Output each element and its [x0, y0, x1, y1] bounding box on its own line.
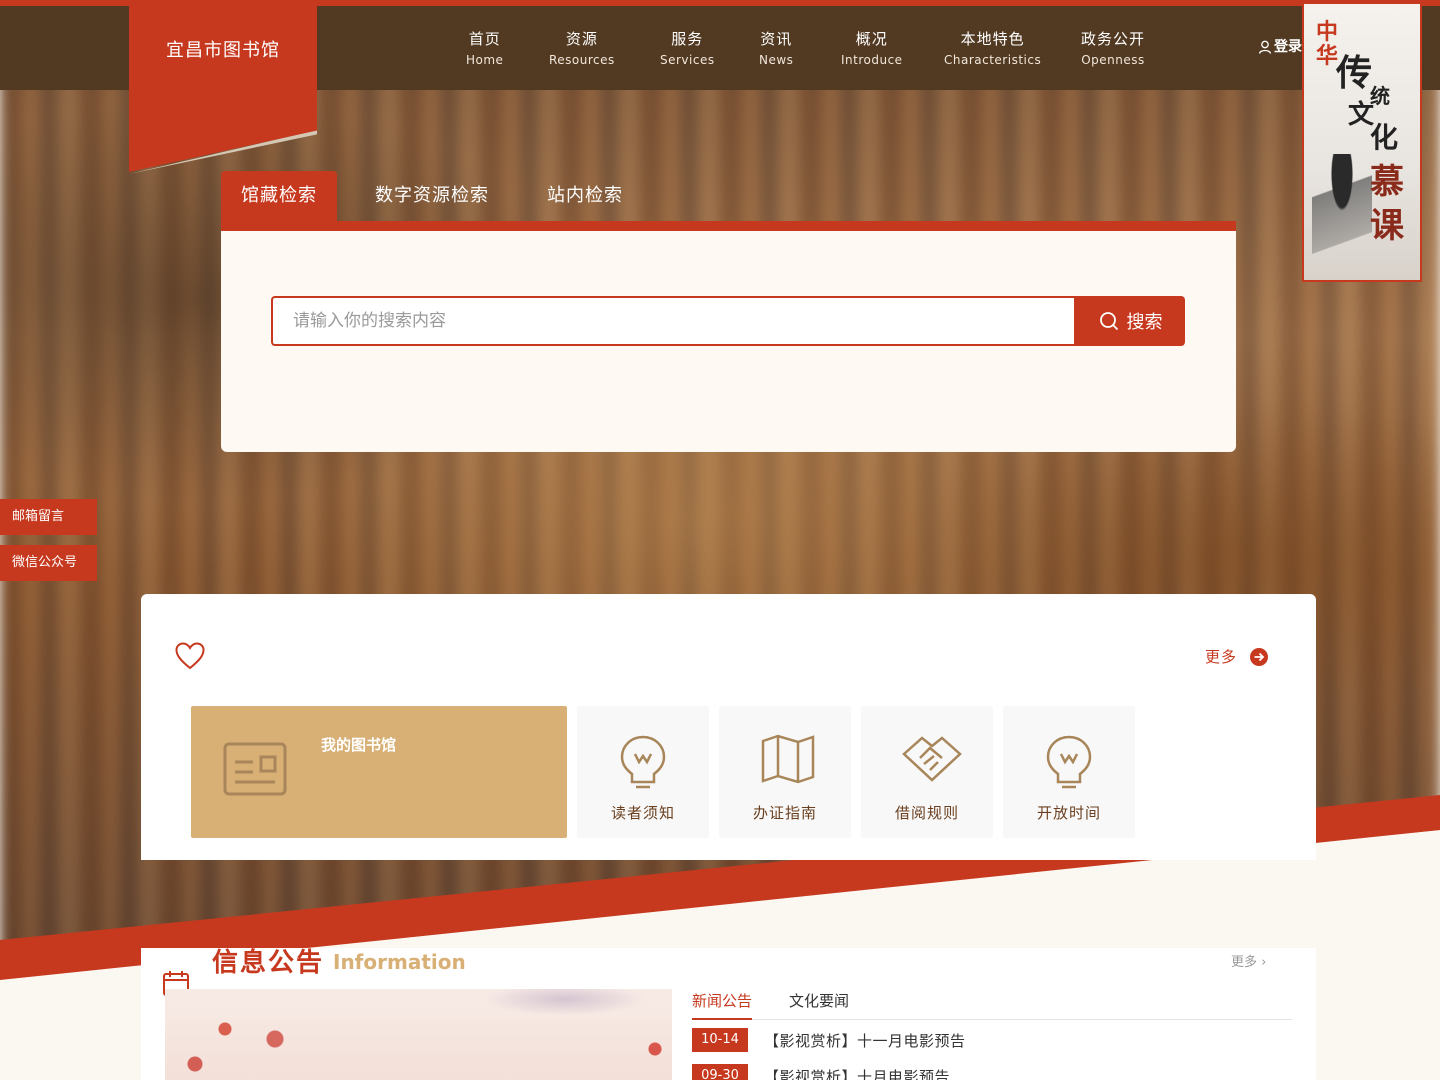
- wechat-account-button[interactable]: 微信公众号: [0, 545, 97, 581]
- nav-resources[interactable]: 资源 Resources: [549, 28, 615, 67]
- ad-char: 华: [1316, 43, 1339, 69]
- tab-site-search[interactable]: 站内检索: [527, 171, 643, 221]
- nav-label-cn: 资源: [565, 30, 598, 48]
- reader-notice-label: 读者须知: [610, 804, 675, 822]
- news-title: 【影视赏析】十月电影预告: [764, 1067, 951, 1080]
- id-card-icon: [223, 742, 287, 796]
- nav-label-en: Characteristics: [944, 53, 1042, 67]
- my-library-label: 我的图书馆: [321, 736, 397, 754]
- search-icon: [1099, 312, 1118, 331]
- nav-label-en: Services: [660, 53, 715, 67]
- news-date: 09-30: [692, 1064, 748, 1080]
- ink-figure-illustration: [1312, 154, 1372, 274]
- culture-mooc-ad[interactable]: 中 华 传 统 文 化 慕 课: [1302, 2, 1422, 282]
- more-label: 更多: [1231, 955, 1258, 970]
- search-panel: 搜索: [221, 221, 1236, 452]
- nav-services[interactable]: 服务 Services: [660, 28, 715, 67]
- tab-news-announcement[interactable]: 新闻公告: [692, 990, 753, 1020]
- ad-char: 传: [1336, 52, 1373, 94]
- more-label: 更多: [1205, 648, 1238, 666]
- opening-hours-label: 开放时间: [1036, 804, 1101, 822]
- nav-characteristics[interactable]: 本地特色 Characteristics: [944, 28, 1041, 67]
- borrowing-rules-label: 借阅规则: [894, 804, 959, 822]
- my-library-tile[interactable]: 我的图书馆: [191, 706, 567, 838]
- nav-introduce[interactable]: 概况 Introduce: [841, 28, 903, 67]
- tab-culture-news[interactable]: 文化要闻: [789, 990, 849, 1020]
- nav-news[interactable]: 资讯 News: [759, 28, 793, 67]
- card-guide-label: 办证指南: [752, 804, 817, 822]
- news-date: 10-14: [692, 1028, 748, 1052]
- mail-message-button[interactable]: 邮箱留言: [0, 499, 97, 535]
- nav-label-cn: 首页: [468, 30, 501, 48]
- tab-digital-resource-search[interactable]: 数字资源检索: [355, 171, 509, 221]
- login-label: 登录: [1274, 39, 1302, 55]
- ad-char: 课: [1370, 206, 1404, 246]
- nav-label-cn: 服务: [671, 30, 704, 48]
- login-link[interactable]: 登录: [1258, 36, 1302, 56]
- ad-char: 慕: [1370, 162, 1404, 202]
- info-title-en: Information: [333, 950, 466, 974]
- nav-openness[interactable]: 政务公开 Openness: [1081, 28, 1145, 67]
- logo-text[interactable]: 宜昌市图书馆: [129, 36, 317, 62]
- info-title: 信息公告: [212, 948, 325, 978]
- user-icon: [1258, 40, 1272, 54]
- opening-hours-tile[interactable]: 开放时间: [1003, 706, 1135, 838]
- search-button-label: 搜索: [1126, 312, 1163, 333]
- info-more-link[interactable]: 更多 ›: [1231, 951, 1266, 970]
- search-input[interactable]: [271, 296, 1076, 346]
- nav-label-cn: 本地特色: [960, 30, 1025, 48]
- handshake-icon: [902, 736, 962, 782]
- services-more-link[interactable]: 更多: [1205, 646, 1269, 667]
- news-tabs: 新闻公告 文化要闻: [692, 990, 1292, 1020]
- nav-label-en: Introduce: [841, 53, 903, 67]
- nav-home[interactable]: 首页 Home: [466, 28, 503, 67]
- tab-collection-search[interactable]: 馆藏检索: [221, 171, 337, 221]
- nav-label-cn: 资讯: [760, 30, 793, 48]
- arrow-right-circle-icon: [1250, 647, 1269, 666]
- chevron-right-icon: ›: [1261, 955, 1267, 970]
- lightbulb-icon: [1046, 735, 1092, 789]
- reader-services-card: 更多 我的图书馆 读者须知 办证指南 借阅规则 开放时间: [141, 594, 1316, 860]
- search-button[interactable]: 搜索: [1076, 296, 1185, 346]
- info-banner-image[interactable]: [165, 989, 672, 1080]
- lightbulb-icon: [620, 735, 666, 789]
- nav-label-en: Openness: [1081, 53, 1145, 67]
- news-item[interactable]: 09-30 【影视赏析】十月电影预告: [692, 1064, 950, 1080]
- nav-label-cn: 概况: [855, 30, 888, 48]
- ad-char: 化: [1370, 121, 1399, 154]
- nav-label-en: Resources: [549, 53, 615, 67]
- news-item[interactable]: 10-14 【影视赏析】十一月电影预告: [692, 1028, 966, 1052]
- heart-icon: [175, 642, 205, 670]
- card-guide-tile[interactable]: 办证指南: [719, 706, 851, 838]
- borrowing-rules-tile[interactable]: 借阅规则: [861, 706, 993, 838]
- map-icon: [761, 734, 815, 784]
- news-title: 【影视赏析】十一月电影预告: [764, 1031, 966, 1050]
- top-accent-line: [0, 0, 1440, 6]
- information-section: 信息公告 Information 更多 › 新闻公告 文化要闻 10-14 【影…: [141, 948, 1316, 1080]
- nav-label-en: Home: [466, 53, 504, 67]
- nav-label-cn: 政务公开: [1081, 30, 1146, 48]
- reader-notice-tile[interactable]: 读者须知: [577, 706, 709, 838]
- nav-label-en: News: [759, 53, 794, 67]
